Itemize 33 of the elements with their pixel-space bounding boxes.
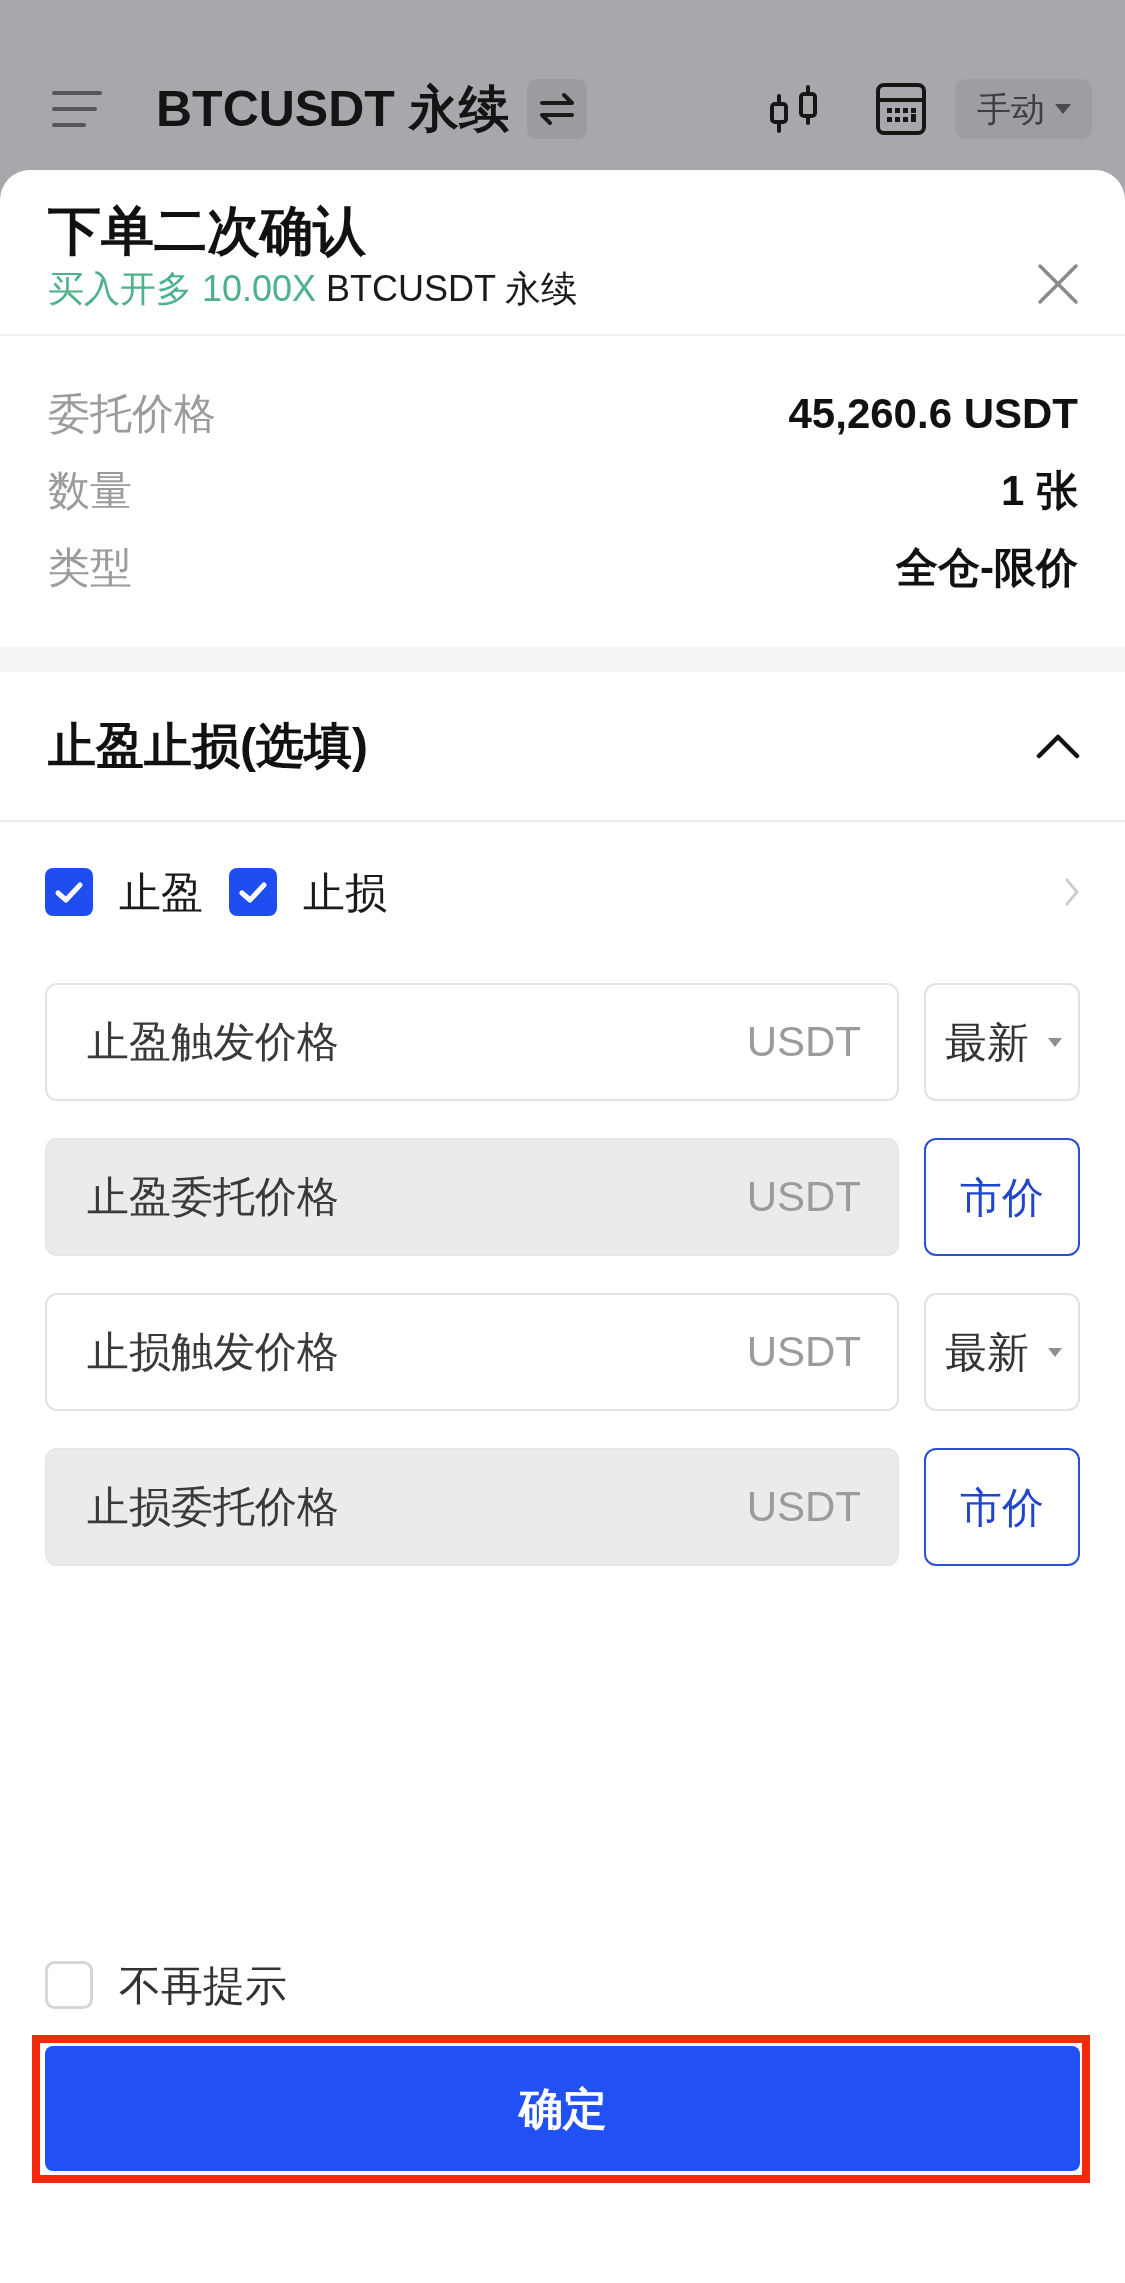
detail-label: 类型: [48, 543, 132, 593]
unit-label: USDT: [746, 1016, 861, 1067]
price-type-dropdown[interactable]: 最新: [924, 1293, 1080, 1411]
checkbox-label[interactable]: 止盈: [119, 860, 203, 924]
detail-label: 委托价格: [48, 389, 216, 439]
unit-label: USDT: [746, 1326, 861, 1377]
confirm-button[interactable]: 确定: [45, 2046, 1080, 2171]
unit-label: USDT: [746, 1171, 861, 1222]
caret-down-icon: [1054, 104, 1071, 114]
symbol-title: BTCUSDT 永续: [156, 80, 509, 139]
order-symbol-text: BTCUSDT 永续: [326, 267, 578, 311]
detail-value: 全仓-限价: [896, 543, 1078, 593]
checkbox[interactable]: [229, 868, 277, 916]
mode-dropdown[interactable]: 手动: [955, 79, 1092, 139]
calculator-icon[interactable]: [876, 83, 926, 135]
detail-value: 45,260.6 USDT: [788, 389, 1078, 439]
detail-value: 1 张: [1000, 466, 1078, 516]
menu-icon[interactable]: [52, 89, 102, 129]
checkbox-label[interactable]: 止损: [303, 860, 387, 924]
close-icon[interactable]: [1037, 263, 1079, 305]
order-side-text: 买入开多 10.00X: [48, 267, 317, 311]
chevron-up-icon[interactable]: [1036, 733, 1080, 759]
caret-down-icon: [1048, 1347, 1062, 1357]
dialog-title: 下单二次确认: [48, 200, 367, 262]
detail-label: 数量: [48, 466, 132, 516]
price-type-dropdown[interactable]: 最新: [924, 983, 1080, 1101]
checkbox-label[interactable]: 不再提示: [119, 1953, 287, 2017]
checkbox[interactable]: [45, 1961, 93, 2009]
swap-icon[interactable]: [526, 79, 587, 139]
checkbox[interactable]: [45, 868, 93, 916]
caret-down-icon: [1048, 1037, 1062, 1047]
section-title: 止盈止损(选填): [48, 718, 368, 774]
unit-label: USDT: [746, 1481, 861, 1532]
